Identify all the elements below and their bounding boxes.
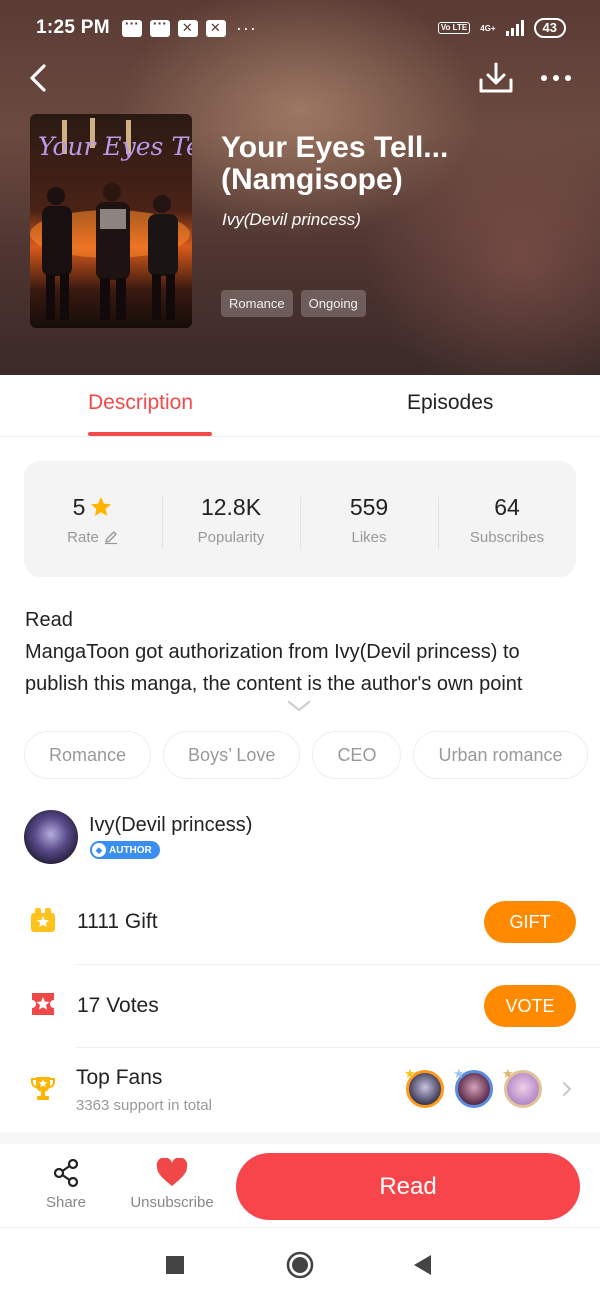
author-avatar[interactable] <box>24 810 78 864</box>
author-name[interactable]: Ivy(Devil princess) <box>89 814 252 837</box>
rate-label: Rate <box>67 528 99 546</box>
unsubscribe-button[interactable]: Unsubscribe <box>128 1158 216 1211</box>
status-tags: Romance Ongoing <box>221 290 366 317</box>
system-back-icon[interactable] <box>408 1250 438 1280</box>
book-header: 1:25 PM ··· Vo LTE 4G+ 43 <box>0 0 600 375</box>
tag-ongoing: Ongoing <box>300 290 366 317</box>
book-title: Your Eyes Tell... (Namgisope) <box>221 131 449 196</box>
message-notification-icon <box>121 15 142 37</box>
back-icon[interactable] <box>22 60 58 96</box>
genre-chip[interactable]: CEO <box>312 731 402 779</box>
message-notification-icon <box>149 15 170 37</box>
unsubscribe-label: Unsubscribe <box>130 1194 214 1211</box>
author-badge-icon: ◆ <box>92 843 106 857</box>
expand-chevron-icon[interactable] <box>286 698 312 714</box>
subscribes-label: Subscribes <box>469 528 545 546</box>
popularity-value: 12.8K <box>200 493 262 520</box>
author-badge-label: AUTHOR <box>109 844 152 856</box>
vote-ticket-icon <box>32 993 54 1015</box>
genre-chips: Romance Boys’ Love CEO Urban romance <box>24 731 600 781</box>
crown-icon: ★ <box>404 1066 416 1081</box>
active-tab-indicator <box>88 432 212 436</box>
genre-chip[interactable]: Urban romance <box>413 731 588 779</box>
app-notification-icon <box>177 19 198 37</box>
description-text[interactable]: Read MangaToon got authorization from Iv… <box>25 604 575 696</box>
gift-icon <box>31 908 55 932</box>
vote-button[interactable]: VOTE <box>484 985 576 1027</box>
home-icon[interactable] <box>285 1250 315 1280</box>
divider <box>76 1047 600 1048</box>
app-notification-icon <box>205 19 226 37</box>
top-fans-title[interactable]: Top Fans <box>76 1066 162 1090</box>
author-badge: ◆ AUTHOR <box>90 841 160 859</box>
bottom-action-bar: Share Unsubscribe Read <box>0 1144 600 1228</box>
read-button[interactable]: Read <box>236 1153 580 1220</box>
stat-popularity: 12.8K Popularity <box>162 493 300 549</box>
book-author[interactable]: Ivy(Devil princess) <box>222 210 361 230</box>
status-bar: 1:25 PM ··· Vo LTE 4G+ 43 <box>0 0 600 56</box>
status-time: 1:25 PM <box>36 17 110 38</box>
more-notifications-icon: ··· <box>235 17 257 38</box>
votes-count: 17 Votes <box>77 994 159 1017</box>
rate-value: 5 <box>72 493 86 520</box>
chevron-right-icon[interactable] <box>560 1080 574 1098</box>
cover-title: Your Eyes Tell <box>38 132 192 161</box>
gift-button[interactable]: GIFT <box>484 901 576 943</box>
stats-card: 5 Rate 12.8K Popularity 559 Likes 64 Sub… <box>24 461 576 577</box>
tab-episodes[interactable]: Episodes <box>407 391 493 415</box>
genre-chip[interactable]: Boys’ Love <box>163 731 301 779</box>
signal-icon <box>505 20 524 36</box>
divider <box>76 964 600 965</box>
top-fans-subtitle: 3363 support in total <box>76 1097 212 1114</box>
share-label: Share <box>45 1194 87 1211</box>
crown-icon: ★ <box>453 1066 465 1081</box>
stat-rate[interactable]: 5 Rate <box>24 493 162 546</box>
network-type: 4G+ <box>480 23 496 33</box>
battery-indicator: 43 <box>533 18 566 38</box>
star-icon <box>91 496 112 516</box>
section-divider <box>0 1132 600 1144</box>
recent-apps-icon[interactable] <box>160 1250 190 1280</box>
book-cover[interactable]: Your Eyes Tell <box>30 114 192 328</box>
share-button[interactable]: Share <box>44 1158 88 1211</box>
subscribes-value: 64 <box>494 493 520 520</box>
share-icon <box>53 1158 79 1188</box>
tab-bar: Description Episodes <box>0 375 600 437</box>
stat-likes: 559 Likes <box>300 493 438 549</box>
popularity-label: Popularity <box>197 528 265 546</box>
genre-chip[interactable]: Romance <box>24 731 152 779</box>
heart-icon <box>156 1158 188 1186</box>
stat-subscribes: 64 Subscribes <box>438 493 576 549</box>
volte-icon: Vo LTE <box>437 22 471 34</box>
download-icon[interactable] <box>476 60 516 96</box>
more-icon[interactable] <box>536 62 576 94</box>
edit-pencil-icon[interactable] <box>103 529 119 545</box>
likes-label: Likes <box>351 528 387 546</box>
trophy-icon <box>31 1077 55 1100</box>
tab-description[interactable]: Description <box>88 391 193 415</box>
crown-icon: ★ <box>502 1066 514 1081</box>
system-navigation-bar <box>0 1228 600 1300</box>
status-right: Vo LTE 4G+ 43 <box>437 18 566 38</box>
notification-icons <box>121 15 226 37</box>
likes-value: 559 <box>349 493 389 520</box>
tag-romance: Romance <box>221 290 293 317</box>
gift-count: 1111 Gift <box>77 910 158 933</box>
